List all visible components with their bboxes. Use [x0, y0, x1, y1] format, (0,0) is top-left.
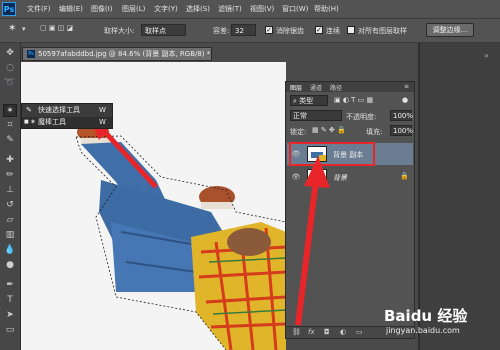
eyedropper-tool-icon[interactable]: ✎: [3, 134, 17, 147]
quick-selection-label: 快速选择工具: [38, 106, 80, 114]
menu-view[interactable]: 视图(V): [250, 4, 274, 14]
menu-filter[interactable]: 滤镜(T): [218, 4, 242, 14]
sample-size-value: 取样点: [145, 27, 166, 35]
document-tab[interactable]: Ps 50597afabddbd.jpg @ 84.6% (背景 副本, RGB/…: [22, 47, 212, 61]
magic-wand-icon: ✶: [30, 118, 36, 126]
eraser-tool-icon[interactable]: ▱: [3, 214, 17, 227]
sample-all-layers-label: 对所有图层取样: [358, 27, 407, 35]
sample-all-layers-checkbox[interactable]: [347, 26, 355, 34]
document-title: 50597afabddbd.jpg @ 84.6% (背景 副本, RGB/8)…: [38, 50, 211, 58]
lock-label: 锁定:: [290, 128, 307, 136]
menu-layer[interactable]: 图层(L): [122, 4, 145, 14]
chevron-down-icon[interactable]: ▾: [22, 25, 26, 33]
adjustment-icon[interactable]: ◐: [340, 328, 346, 336]
photoshop-logo: Ps: [2, 2, 16, 16]
brush-tool-icon[interactable]: ✏: [3, 169, 17, 182]
lasso-tool-icon[interactable]: ➰: [3, 77, 17, 90]
quick-selection-shortcut: W: [99, 106, 106, 114]
tools-panel: ✥ ◌ ➰ ✶ ⌗ ✎ ✚ ✏ ⊥ ↺ ▱ ▥ 💧 ● ✒ T ➤ ▭: [0, 43, 21, 350]
rectangle-tool-icon[interactable]: ▭: [3, 324, 17, 337]
ps-file-icon: Ps: [27, 50, 35, 58]
baidu-watermark: Baidu 经验 jingyan.baidu.com: [378, 303, 498, 343]
watermark-url: jingyan.baidu.com: [386, 326, 460, 335]
contiguous-checkbox[interactable]: ✓: [315, 26, 323, 34]
selection-tool-flyout: ✎ 快速选择工具 W ■ ✶ 魔棒工具 W: [21, 103, 113, 129]
quick-selection-icon: ✎: [26, 106, 32, 114]
blend-mode-select[interactable]: 正常: [290, 110, 342, 121]
lock-icons[interactable]: ▦ ✎ ✥ 🔒: [312, 126, 346, 134]
history-brush-icon[interactable]: ↺: [3, 199, 17, 212]
lock-row: 锁定: ▦ ✎ ✥ 🔒 填充: 100%: [286, 125, 414, 137]
layer-filter-select[interactable]: ⌕ 类型: [290, 95, 328, 106]
magic-wand-shortcut: W: [99, 118, 106, 126]
magic-wand-label: 魔棒工具: [38, 118, 66, 126]
selected-bullet-icon: ■: [24, 119, 29, 125]
sample-size-label: 取样大小:: [104, 27, 135, 35]
type-tool-icon[interactable]: T: [3, 294, 17, 307]
fill-value: 100%: [393, 127, 414, 135]
filter-row: ⌕ 类型 ▣ ◐ T ▭ ▦ ●: [286, 95, 414, 107]
search-icon: ⌕: [293, 97, 297, 105]
menu-type[interactable]: 文字(Y): [154, 4, 178, 14]
panel-tabs: 图层 通道 路径 ≡: [286, 82, 414, 92]
fill-input[interactable]: 100%: [390, 125, 414, 136]
tab-layers[interactable]: 图层: [290, 83, 302, 92]
opacity-label: 不透明度:: [346, 113, 377, 121]
quick-selection-menu-item[interactable]: ✎ 快速选择工具 W: [22, 105, 112, 116]
healing-brush-icon[interactable]: ✚: [3, 154, 17, 167]
tab-channels[interactable]: 通道: [310, 83, 322, 92]
dock-collapse-icon[interactable]: »: [484, 51, 489, 60]
path-selection-icon[interactable]: ➤: [3, 309, 17, 322]
crop-tool-icon[interactable]: ⌗: [3, 119, 17, 132]
filter-type-value: 类型: [299, 97, 314, 105]
antialias-checkbox[interactable]: ✓: [265, 26, 273, 34]
magic-wand-icon[interactable]: ✶: [8, 23, 16, 34]
magic-wand-menu-item[interactable]: ■ ✶ 魔棒工具 W: [22, 117, 112, 128]
clone-stamp-icon[interactable]: ⊥: [3, 184, 17, 197]
menu-window[interactable]: 窗口(W): [282, 4, 308, 14]
magic-wand-tool-icon[interactable]: ✶: [3, 104, 17, 117]
blend-row: 正常 不透明度: 100%: [286, 110, 414, 122]
watermark-brand: Baidu 经验: [384, 307, 468, 325]
refine-edge-button[interactable]: 调整边缘...: [426, 23, 474, 37]
contiguous-label: 连续: [326, 27, 340, 35]
tolerance-value: 32: [235, 27, 244, 35]
menu-edit[interactable]: 编辑(E): [59, 4, 83, 14]
blend-mode-value: 正常: [293, 112, 307, 120]
menu-help[interactable]: 帮助(H): [314, 4, 339, 14]
pen-tool-icon[interactable]: ✒: [3, 279, 17, 292]
menu-image[interactable]: 图像(I): [91, 4, 113, 14]
menu-file[interactable]: 文件(F): [27, 4, 51, 14]
lock-icon: 🔒: [400, 172, 409, 180]
opacity-input[interactable]: 100%: [390, 110, 414, 121]
filter-icons[interactable]: ▣ ◐ T ▭ ▦: [334, 96, 373, 104]
options-bar: ✶ ▾ ▢ ▣ ◫ ◪ 取样大小: 取样点 容差: 32 ✓ 消除锯齿 ✓ 连续…: [0, 19, 500, 43]
menu-select[interactable]: 选择(S): [186, 4, 210, 14]
gradient-tool-icon[interactable]: ▥: [3, 229, 17, 242]
annotation-arrow-right: [295, 156, 330, 326]
opacity-value: 100%: [393, 112, 414, 120]
menu-bar: Ps 文件(F) 编辑(E) 图像(I) 图层(L) 文字(Y) 选择(S) 滤…: [0, 0, 500, 19]
panel-menu-icon[interactable]: ≡: [404, 83, 409, 90]
filter-toggle-icon[interactable]: ●: [402, 96, 408, 104]
antialias-label: 消除锯齿: [276, 27, 304, 35]
fill-label: 填充:: [366, 128, 383, 136]
marquee-tool-icon[interactable]: ◌: [3, 62, 17, 75]
sample-size-select[interactable]: 取样点: [141, 24, 186, 36]
tab-paths[interactable]: 路径: [330, 83, 342, 92]
group-icon[interactable]: ▭: [356, 328, 363, 336]
tolerance-label: 容差:: [213, 27, 230, 35]
dodge-tool-icon[interactable]: ●: [3, 259, 17, 272]
selection-mode-icons[interactable]: ▢ ▣ ◫ ◪: [40, 24, 73, 32]
blur-tool-icon[interactable]: 💧: [3, 244, 17, 257]
tolerance-input[interactable]: 32: [231, 24, 256, 36]
move-tool-icon[interactable]: ✥: [3, 47, 17, 60]
